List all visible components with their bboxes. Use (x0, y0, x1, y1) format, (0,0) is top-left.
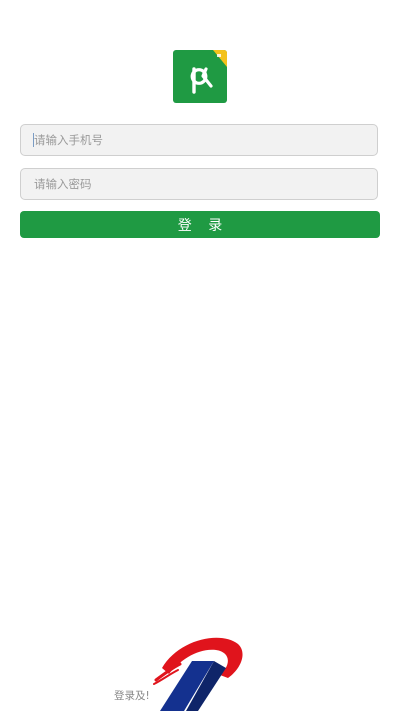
brand-logo-icon (150, 634, 246, 711)
text-cursor (33, 133, 34, 147)
password-input[interactable] (20, 168, 378, 200)
login-button[interactable]: 登 录 (20, 211, 380, 238)
app-logo-icon (173, 50, 227, 103)
phone-number-input[interactable] (20, 124, 378, 156)
footer-text: 登录及! (114, 690, 150, 702)
